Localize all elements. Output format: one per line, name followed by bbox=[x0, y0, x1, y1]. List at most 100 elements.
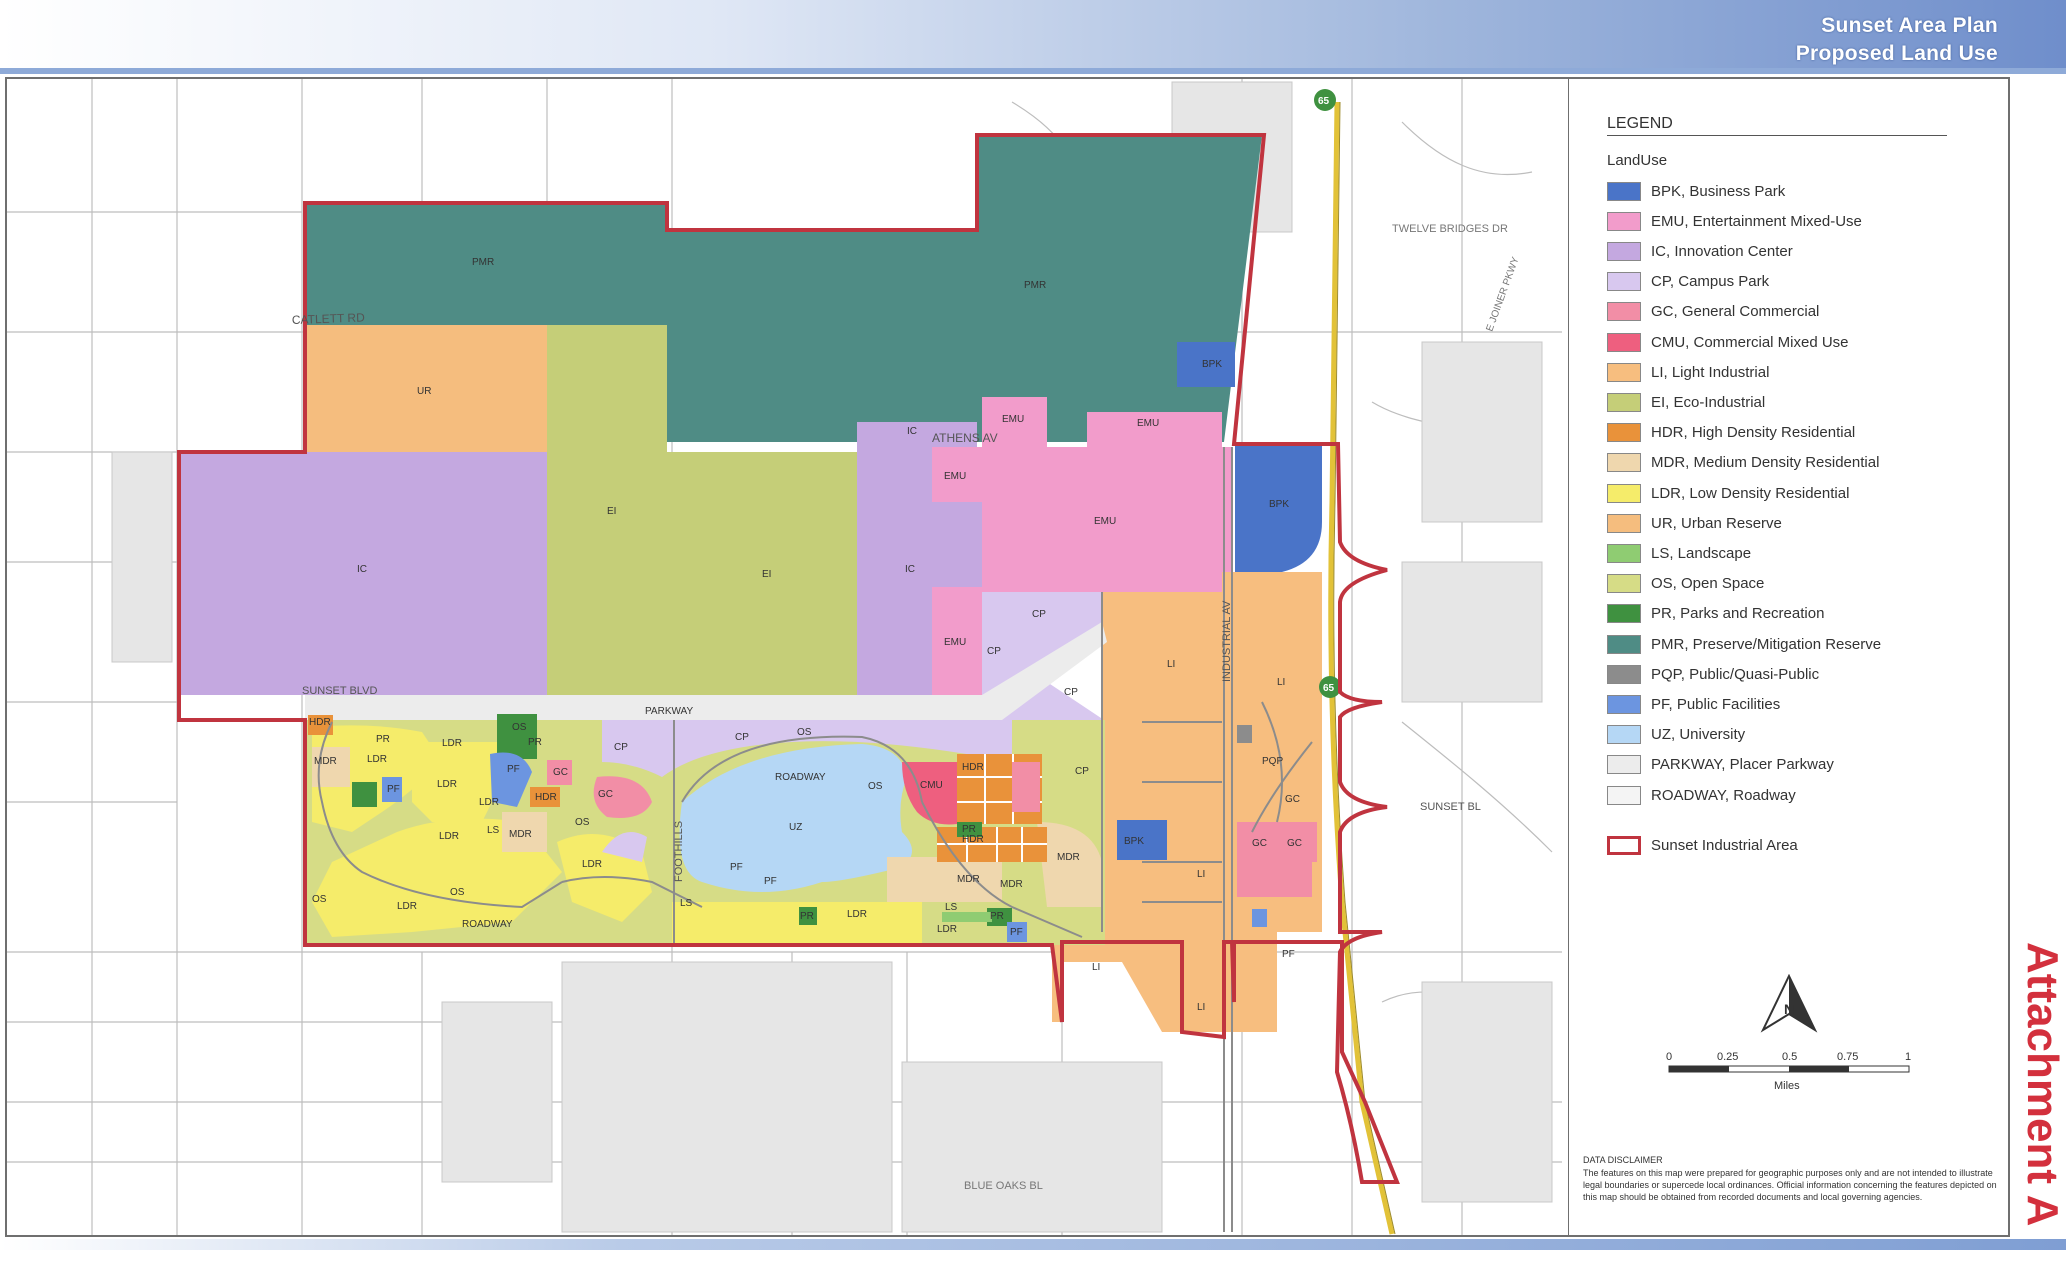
legend-item-label: EMU, Entertainment Mixed-Use bbox=[1651, 212, 1862, 230]
legend-title: LEGEND bbox=[1607, 115, 1673, 132]
title-banner bbox=[0, 0, 2066, 74]
land-use-map[interactable]: CATLETT RD ATHENS AV SUNSET BLVD SUNSET … bbox=[7, 79, 1568, 1235]
zone-label-pf-6: PF bbox=[1282, 949, 1295, 960]
map-frame[interactable]: CATLETT RD ATHENS AV SUNSET BLVD SUNSET … bbox=[5, 77, 1570, 1237]
zone-label-pqp: PQP bbox=[1262, 756, 1283, 767]
legend-item-mdr[interactable]: MDR, Medium Density Residential bbox=[1607, 452, 1879, 474]
highway-65-label-north: 65 bbox=[1318, 96, 1330, 107]
legend-swatch-ic bbox=[1607, 241, 1641, 261]
placer-parkway bbox=[305, 695, 982, 720]
legend-item-label: PF, Public Facilities bbox=[1651, 695, 1781, 713]
legend-swatch-pf bbox=[1607, 694, 1641, 714]
legend-item-boundary[interactable]: Sunset Industrial Area bbox=[1607, 834, 1798, 856]
legend-item-pmr[interactable]: PMR, Preserve/Mitigation Reserve bbox=[1607, 633, 1881, 655]
zone-label-emu-2: EMU bbox=[1137, 418, 1159, 429]
zone-label-ic-west: IC bbox=[357, 564, 367, 575]
zone-label-ldr-6: LDR bbox=[397, 901, 417, 912]
zone-label-emu-5: EMU bbox=[944, 637, 966, 648]
zone-label-hdr-1: HDR bbox=[309, 717, 331, 728]
legend-item-os[interactable]: OS, Open Space bbox=[1607, 573, 1764, 595]
legend-divider bbox=[1607, 135, 1947, 136]
legend-item-pqp[interactable]: PQP, Public/Quasi-Public bbox=[1607, 663, 1819, 685]
parcel-pf-4 bbox=[1252, 909, 1267, 927]
zone-label-cp-5: CP bbox=[735, 732, 749, 743]
zone-label-mdr-4: MDR bbox=[1000, 879, 1023, 890]
legend-item-ei[interactable]: EI, Eco-Industrial bbox=[1607, 391, 1765, 413]
zone-label-os-3: OS bbox=[312, 894, 327, 905]
zone-label-hdr-3: HDR bbox=[962, 762, 984, 773]
scale-tick-1: 0.25 bbox=[1717, 1051, 1738, 1063]
zone-label-pr-1: PR bbox=[528, 737, 542, 748]
road-label-sunset-east: SUNSET BL bbox=[1420, 801, 1481, 813]
legend-item-pr[interactable]: PR, Parks and Recreation bbox=[1607, 603, 1824, 625]
zone-label-mdr-3: MDR bbox=[957, 874, 980, 885]
legend-item-bpk[interactable]: BPK, Business Park bbox=[1607, 180, 1785, 202]
legend-item-ls[interactable]: LS, Landscape bbox=[1607, 542, 1751, 564]
zone-label-li-2: LI bbox=[1167, 659, 1175, 670]
zone-label-bpk-2: BPK bbox=[1269, 499, 1289, 510]
legend-item-label: LS, Landscape bbox=[1651, 544, 1752, 562]
legend-swatch-bpk bbox=[1607, 181, 1641, 201]
legend-swatch-gc bbox=[1607, 302, 1641, 322]
legend-swatch-uz bbox=[1607, 725, 1641, 745]
legend-item-gc[interactable]: GC, General Commercial bbox=[1607, 301, 1819, 323]
legend-item-label: GC, General Commercial bbox=[1651, 303, 1820, 321]
zone-label-pr-4: PR bbox=[990, 911, 1004, 922]
parcel-gc-east-2 bbox=[1237, 862, 1312, 897]
zone-label-ldr-5: LDR bbox=[439, 831, 459, 842]
legend-item-label: BPK, Business Park bbox=[1651, 182, 1786, 200]
zone-label-cp-3: CP bbox=[1064, 687, 1078, 698]
zone-label-ldr-3: LDR bbox=[437, 779, 457, 790]
zone-label-ldr-4: LDR bbox=[479, 797, 499, 808]
legend-item-emu[interactable]: EMU, Entertainment Mixed-Use bbox=[1607, 210, 1862, 232]
legend-item-uz[interactable]: UZ, University bbox=[1607, 724, 1745, 746]
zone-label-ldr-2: LDR bbox=[367, 754, 387, 765]
attachment-label: Attachment A bbox=[2018, 942, 2066, 1227]
legend-panel: LEGEND LandUse BPK, Business Park EMU, En… bbox=[1568, 77, 2010, 1237]
legend-item-ldr[interactable]: LDR, Low Density Residential bbox=[1607, 482, 1849, 504]
legend-subtitle: LandUse bbox=[1607, 152, 1668, 169]
zone-label-emu-1: EMU bbox=[1002, 414, 1024, 425]
legend-item-pf[interactable]: PF, Public Facilities bbox=[1607, 693, 1780, 715]
legend-swatch-pqp bbox=[1607, 664, 1641, 684]
legend-item-label: Sunset Industrial Area bbox=[1651, 836, 1798, 854]
legend-item-ur[interactable]: UR, Urban Reserve bbox=[1607, 512, 1782, 534]
legend-swatch-os bbox=[1607, 574, 1641, 594]
zone-label-ls-1: LS bbox=[487, 825, 500, 836]
legend-item-hdr[interactable]: HDR, High Density Residential bbox=[1607, 422, 1855, 444]
zone-label-pmr-east: PMR bbox=[1024, 280, 1046, 291]
zone-label-ei-1: EI bbox=[607, 506, 616, 517]
zone-label-emu-4: EMU bbox=[1094, 516, 1116, 527]
legend-item-parkway[interactable]: PARKWAY, Placer Parkway bbox=[1607, 754, 1834, 776]
legend-swatch-pr bbox=[1607, 604, 1641, 624]
zone-label-pf-4: PF bbox=[764, 876, 777, 887]
zone-label-mdr-2: MDR bbox=[509, 829, 532, 840]
legend-item-label: EI, Eco-Industrial bbox=[1651, 393, 1766, 411]
parcel-cmu-strip bbox=[1012, 762, 1040, 812]
legend-item-label: ROADWAY, Roadway bbox=[1651, 786, 1796, 804]
zone-label-bpk-1: BPK bbox=[1202, 359, 1222, 370]
map-title-line-2: Proposed Land Use bbox=[1795, 42, 1998, 65]
legend-item-li[interactable]: LI, Light Industrial bbox=[1607, 361, 1769, 383]
road-label-catlett: CATLETT RD bbox=[292, 310, 366, 327]
road-label-roadway-center: ROADWAY bbox=[775, 772, 826, 783]
legend-item-label: LDR, Low Density Residential bbox=[1651, 484, 1850, 502]
zone-label-ldr-8: LDR bbox=[847, 909, 867, 920]
legend-swatch-ei bbox=[1607, 392, 1641, 412]
zone-label-li-5: LI bbox=[1197, 1002, 1205, 1013]
zone-label-ei-2: EI bbox=[762, 569, 771, 580]
legend-item-label: IC, Innovation Center bbox=[1651, 242, 1793, 260]
zone-label-emu-3: EMU bbox=[944, 471, 966, 482]
legend-item-ic[interactable]: IC, Innovation Center bbox=[1607, 240, 1793, 262]
zone-label-pf-5: PF bbox=[1010, 927, 1023, 938]
zone-label-ic-center: IC bbox=[905, 564, 915, 575]
north-arrow-icon: N bbox=[1760, 974, 1818, 1033]
road-label-roadway-sw: ROADWAY bbox=[462, 919, 513, 930]
legend-item-cmu[interactable]: CMU, Commercial Mixed Use bbox=[1607, 331, 1849, 353]
zone-label-os-6: OS bbox=[868, 781, 883, 792]
scale-tick-0: 0 bbox=[1666, 1051, 1672, 1063]
legend-item-cp[interactable]: CP, Campus Park bbox=[1607, 271, 1769, 293]
zone-label-bpk-3: BPK bbox=[1124, 836, 1144, 847]
legend-item-roadway[interactable]: ROADWAY, Roadway bbox=[1607, 784, 1796, 806]
parcel-mdr-3 bbox=[887, 857, 1002, 902]
